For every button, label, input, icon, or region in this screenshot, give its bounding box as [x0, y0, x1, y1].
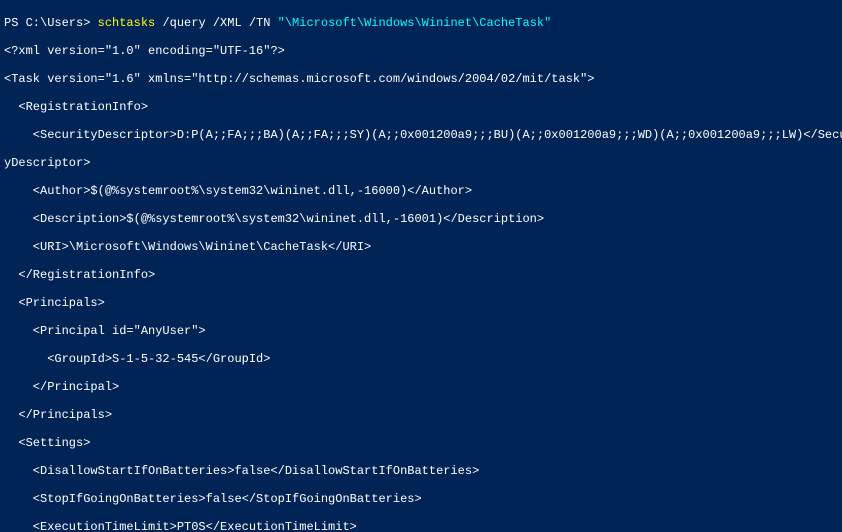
output-line: yDescriptor> — [4, 156, 838, 170]
output-line: <?xml version="1.0" encoding="UTF-16"?> — [4, 44, 838, 58]
output-line: <RegistrationInfo> — [4, 100, 838, 114]
command-string-arg: "\Microsoft\Windows\Wininet\CacheTask" — [278, 16, 552, 30]
output-line: <Settings> — [4, 436, 838, 450]
output-line: <ExecutionTimeLimit>PT0S</ExecutionTimeL… — [4, 520, 838, 532]
output-line: </Principals> — [4, 408, 838, 422]
command-args: /query /XML /TN — [162, 16, 277, 30]
output-line: </RegistrationInfo> — [4, 268, 838, 282]
output-line: <StopIfGoingOnBatteries>false</StopIfGoi… — [4, 492, 838, 506]
command-name: schtasks — [98, 16, 163, 30]
output-line: </Principal> — [4, 380, 838, 394]
output-line: <Principal id="AnyUser"> — [4, 324, 838, 338]
output-line: <GroupId>S-1-5-32-545</GroupId> — [4, 352, 838, 366]
output-line: <Task version="1.6" xmlns="http://schema… — [4, 72, 838, 86]
output-line: <URI>\Microsoft\Windows\Wininet\CacheTas… — [4, 240, 838, 254]
output-line: <Author>$(@%systemroot%\system32\wininet… — [4, 184, 838, 198]
ps-prompt: PS C:\Users> — [4, 16, 98, 30]
command-line-1: PS C:\Users> schtasks /query /XML /TN "\… — [4, 16, 838, 30]
powershell-terminal[interactable]: PS C:\Users> schtasks /query /XML /TN "\… — [0, 0, 842, 532]
output-line: <DisallowStartIfOnBatteries>false</Disal… — [4, 464, 838, 478]
output-line: <Principals> — [4, 296, 838, 310]
output-line: <Description>$(@%systemroot%\system32\wi… — [4, 212, 838, 226]
output-line: <SecurityDescriptor>D:P(A;;FA;;;BA)(A;;F… — [4, 128, 838, 142]
